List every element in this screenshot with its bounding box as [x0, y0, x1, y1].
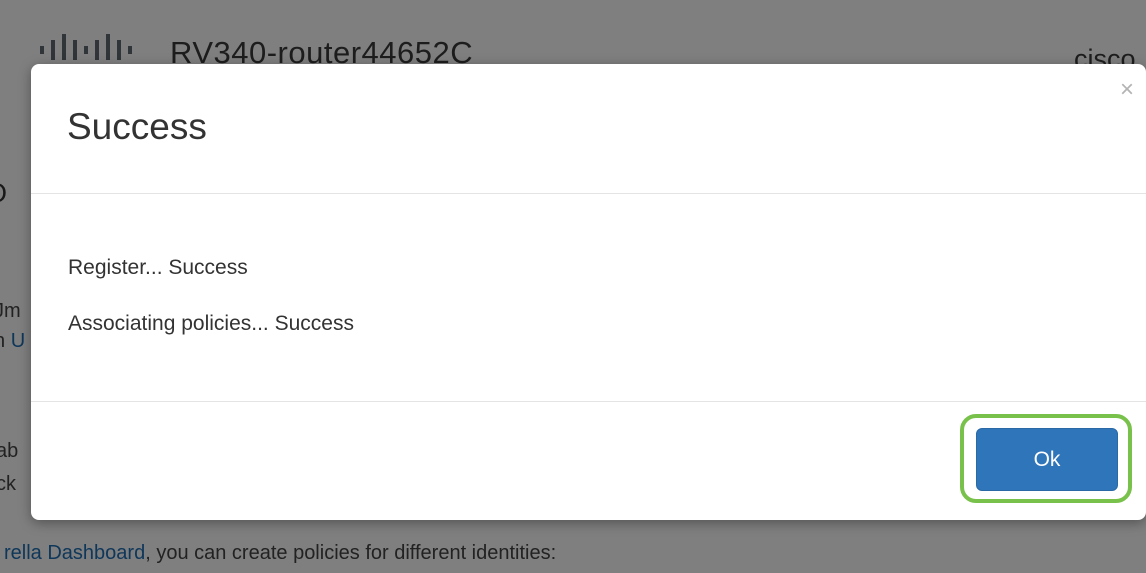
dialog-title: Success	[67, 106, 207, 147]
status-message-register: Register... Success	[68, 256, 248, 279]
header-divider	[31, 193, 1146, 194]
status-message-policies: Associating policies... Success	[68, 312, 354, 335]
ok-button[interactable]: Ok	[976, 428, 1118, 491]
close-icon[interactable]: ×	[1120, 78, 1134, 102]
page: RV340-router44652C cisco O Jm n U ab ck …	[0, 0, 1146, 573]
footer-divider	[31, 401, 1146, 402]
success-dialog: × Success Register... Success Associatin…	[31, 64, 1146, 520]
